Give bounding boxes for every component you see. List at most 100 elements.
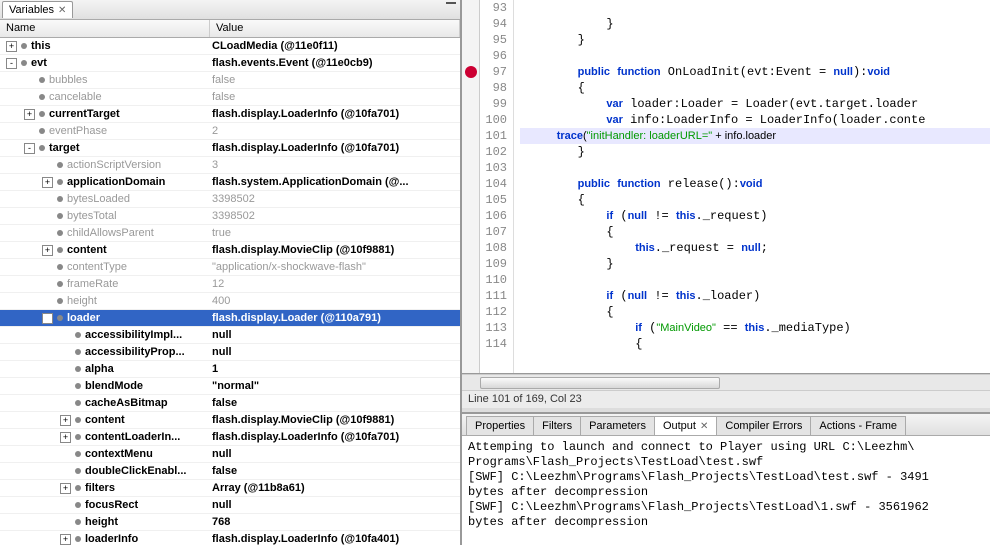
collapse-icon[interactable]: -	[6, 58, 17, 69]
close-icon[interactable]: ✕	[700, 421, 708, 432]
var-name: content	[85, 414, 125, 426]
table-row[interactable]: +currentTargetflash.display.LoaderInfo (…	[0, 106, 460, 123]
bullet-icon	[75, 383, 81, 389]
expand-icon[interactable]: +	[60, 534, 71, 545]
tab-properties[interactable]: Properties	[466, 416, 534, 435]
panel-tab-bar: Variables ✕	[0, 0, 460, 20]
bullet-icon	[57, 281, 63, 287]
table-row[interactable]: contextMenunull	[0, 446, 460, 463]
tab-parameters[interactable]: Parameters	[580, 416, 655, 435]
var-name: actionScriptVersion	[67, 159, 161, 171]
tab-output[interactable]: Output✕	[654, 416, 717, 435]
expand-icon[interactable]: +	[60, 432, 71, 443]
table-row[interactable]: accessibilityProp...null	[0, 344, 460, 361]
table-row[interactable]: bytesLoaded3398502	[0, 191, 460, 208]
var-value: false	[210, 74, 460, 86]
bullet-icon	[75, 519, 81, 525]
var-value: flash.display.Loader (@110a791)	[210, 312, 460, 324]
gutter[interactable]	[462, 0, 480, 373]
table-row[interactable]: height768	[0, 514, 460, 531]
var-name: frameRate	[67, 278, 118, 290]
horizontal-scrollbar[interactable]	[462, 374, 990, 390]
breakpoint-icon[interactable]	[465, 66, 477, 78]
expand-icon[interactable]: +	[60, 415, 71, 426]
table-row[interactable]: cancelablefalse	[0, 89, 460, 106]
table-row[interactable]: -loaderflash.display.Loader (@110a791)	[0, 310, 460, 327]
var-name: accessibilityProp...	[85, 346, 185, 358]
var-value: false	[210, 91, 460, 103]
panel-controls[interactable]	[446, 2, 456, 4]
variables-tree[interactable]: +thisCLoadMedia (@11e0f11)-evtflash.even…	[0, 38, 460, 545]
table-row[interactable]: alpha1	[0, 361, 460, 378]
var-name: applicationDomain	[67, 176, 165, 188]
tab-compiler-errors[interactable]: Compiler Errors	[716, 416, 811, 435]
collapse-icon[interactable]: -	[42, 313, 53, 324]
expand-icon[interactable]: +	[42, 177, 53, 188]
bullet-icon	[75, 434, 81, 440]
bullet-icon	[75, 349, 81, 355]
var-name: currentTarget	[49, 108, 120, 120]
bullet-icon	[57, 213, 63, 219]
table-row[interactable]: + loaderInfo flash.display.LoaderInfo (@10…	[0, 531, 460, 545]
table-row[interactable]: accessibilityImpl...null	[0, 327, 460, 344]
table-row[interactable]: height400	[0, 293, 460, 310]
table-row[interactable]: +contentLoaderIn...flash.display.LoaderI…	[0, 429, 460, 446]
tab-filters[interactable]: Filters	[533, 416, 581, 435]
bullet-icon	[39, 111, 45, 117]
code-text[interactable]: } } public function OnLoadInit(evt:Event…	[514, 0, 990, 373]
var-name: content	[67, 244, 107, 256]
collapse-icon[interactable]: -	[24, 143, 35, 154]
bullet-icon	[57, 298, 63, 304]
var-value: flash.display.LoaderInfo (@10fa401)	[210, 533, 460, 545]
table-row[interactable]: bubblesfalse	[0, 72, 460, 89]
table-row[interactable]: eventPhase2	[0, 123, 460, 140]
bullet-icon	[57, 162, 63, 168]
var-value: flash.display.LoaderInfo (@10fa701)	[210, 142, 460, 154]
table-row[interactable]: + applicationDomain flash.system.Applicati…	[0, 174, 460, 191]
column-value[interactable]: Value	[210, 20, 460, 37]
scrollbar-thumb[interactable]	[480, 377, 720, 389]
table-row[interactable]: +filtersArray (@11b8a61)	[0, 480, 460, 497]
column-name[interactable]: Name	[0, 20, 210, 37]
grid-header: Name Value	[0, 20, 460, 38]
tab-variables[interactable]: Variables ✕	[2, 1, 73, 18]
var-name: contentType	[67, 261, 127, 273]
expand-icon[interactable]: +	[42, 245, 53, 256]
table-row[interactable]: frameRate 12	[0, 276, 460, 293]
expand-icon[interactable]: +	[24, 109, 35, 120]
var-value: false	[210, 465, 460, 477]
code-editor[interactable]: 93 94 95 96 97 98 99 100 101 102 103 104…	[462, 0, 990, 374]
table-row[interactable]: bytesTotal3398502	[0, 208, 460, 225]
bullet-icon	[39, 128, 45, 134]
var-value: 12	[210, 278, 460, 290]
output-panel: PropertiesFiltersParametersOutput✕Compil…	[462, 412, 990, 545]
table-row[interactable]: +contentflash.display.MovieClip (@10f988…	[0, 242, 460, 259]
bullet-icon	[75, 366, 81, 372]
var-value: 2	[210, 125, 460, 137]
table-row[interactable]: +contentflash.display.MovieClip (@10f988…	[0, 412, 460, 429]
expand-icon[interactable]: +	[60, 483, 71, 494]
table-row[interactable]: actionScriptVersion3	[0, 157, 460, 174]
table-row[interactable]: focusRectnull	[0, 497, 460, 514]
table-row[interactable]: childAllowsParenttrue	[0, 225, 460, 242]
var-value: flash.system.ApplicationDomain (@...	[210, 176, 460, 188]
table-row[interactable]: -targetflash.display.LoaderInfo (@10fa70…	[0, 140, 460, 157]
tab-actions-frame[interactable]: Actions - Frame	[810, 416, 906, 435]
table-row[interactable]: contentType"application/x-shockwave-flas…	[0, 259, 460, 276]
expand-icon[interactable]: +	[6, 41, 17, 52]
table-row[interactable]: +thisCLoadMedia (@11e0f11)	[0, 38, 460, 55]
editor-panel: 93 94 95 96 97 98 99 100 101 102 103 104…	[462, 0, 990, 545]
var-name: loaderInfo	[85, 533, 138, 545]
table-row[interactable]: -evtflash.events.Event (@11e0cb9)	[0, 55, 460, 72]
console-output[interactable]: Attemping to launch and connect to Playe…	[462, 436, 990, 545]
bullet-icon	[39, 77, 45, 83]
table-row[interactable]: cacheAsBitmapfalse	[0, 395, 460, 412]
var-value: 768	[210, 516, 460, 528]
table-row[interactable]: blendMode"normal"	[0, 378, 460, 395]
line-numbers: 93 94 95 96 97 98 99 100 101 102 103 104…	[480, 0, 514, 373]
var-name: blendMode	[85, 380, 143, 392]
close-icon[interactable]: ✕	[58, 5, 66, 16]
var-name: contextMenu	[85, 448, 153, 460]
bullet-icon	[21, 43, 27, 49]
table-row[interactable]: doubleClickEnabl...false	[0, 463, 460, 480]
